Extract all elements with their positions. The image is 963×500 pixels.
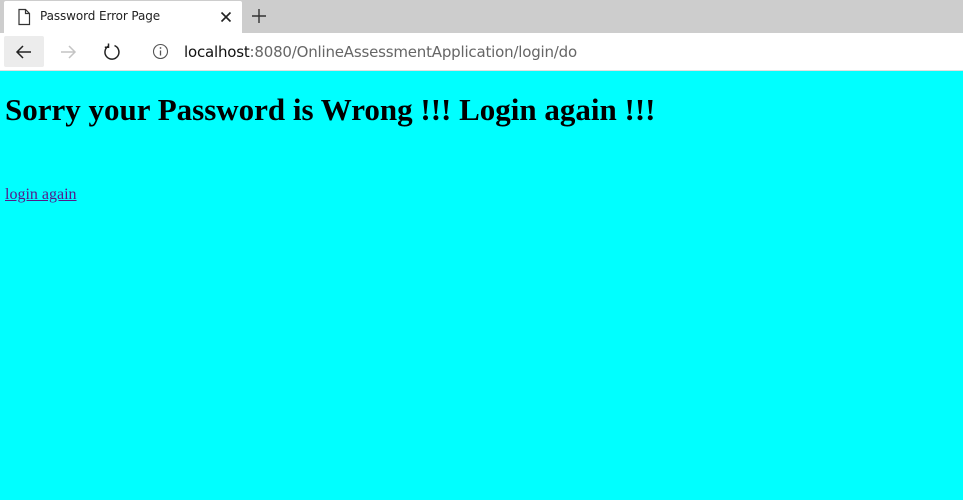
browser-toolbar: localhost:8080/OnlineAssessmentApplicati… [0,33,963,71]
url-host: localhost [184,43,250,61]
tab-strip: Password Error Page [0,0,963,33]
url-path: :8080/OnlineAssessmentApplication/login/… [249,43,578,61]
forward-arrow-icon [61,44,77,59]
url-text: localhost:8080/OnlineAssessmentApplicati… [184,43,577,61]
browser-window: Password Error Page localhost:8080/Onlin… [0,0,963,500]
close-icon[interactable] [218,9,234,25]
tab-password-error-page[interactable]: Password Error Page [4,1,242,33]
page-heading: Sorry your Password is Wrong !!! Login a… [5,92,656,127]
new-tab-plus-icon[interactable] [249,6,269,26]
back-button[interactable] [4,36,44,67]
login-again-link[interactable]: login again [5,186,77,204]
page-icon [15,8,33,26]
forward-button[interactable] [48,36,88,67]
info-icon[interactable] [152,43,169,60]
back-arrow-icon [15,44,31,59]
refresh-icon [104,43,120,60]
page-content: Sorry your Password is Wrong !!! Login a… [0,71,963,500]
tab-title: Password Error Page [40,9,161,23]
refresh-button[interactable] [92,36,132,67]
address-bar[interactable]: localhost:8080/OnlineAssessmentApplicati… [140,36,963,67]
